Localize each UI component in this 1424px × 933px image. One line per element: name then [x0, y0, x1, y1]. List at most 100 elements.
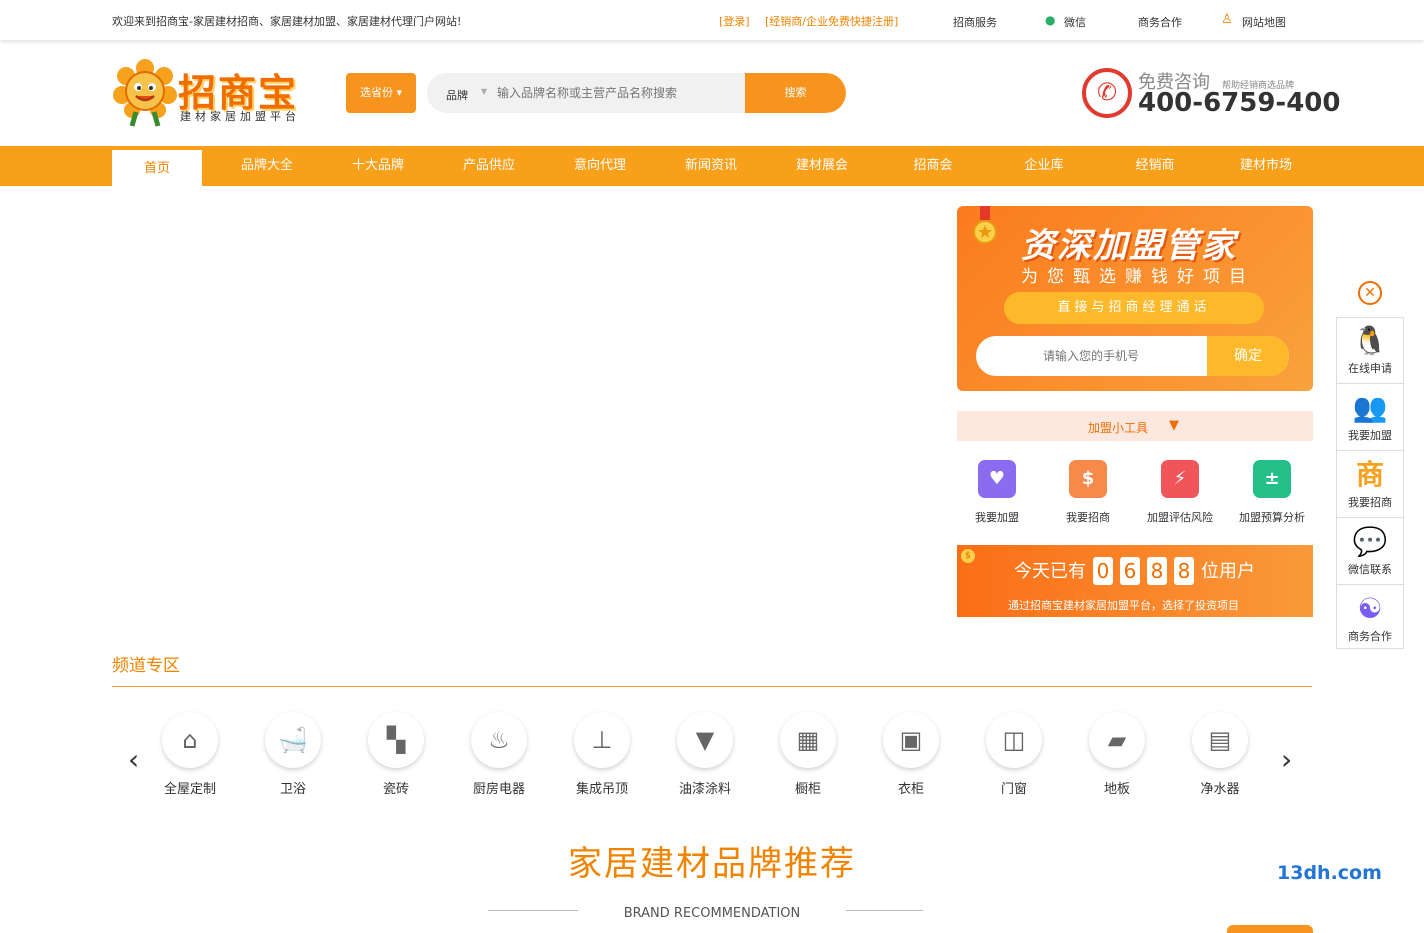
- window-icon: ◫: [986, 712, 1042, 768]
- channel-label: 全屋定制: [163, 782, 216, 797]
- province-select[interactable]: 选省份 ▾: [346, 73, 416, 113]
- close-icon[interactable]: ✕: [1358, 281, 1382, 305]
- channel-label: 净水器: [1200, 782, 1240, 797]
- nav-item-agency[interactable]: 意向代理: [555, 146, 645, 186]
- chevron-right-icon[interactable]: ›: [1281, 746, 1292, 774]
- sidebar-label: 我要加盟: [1348, 429, 1392, 442]
- sidebar-item-business[interactable]: ☯ 商务合作: [1337, 586, 1403, 652]
- channel-item[interactable]: ▚ 瓷砖: [351, 712, 441, 797]
- channel-item[interactable]: ▼ 油漆涂料: [660, 712, 750, 797]
- channel-label: 瓷砖: [382, 782, 409, 797]
- channel-item[interactable]: ▣ 衣柜: [866, 712, 956, 797]
- call-manager-pill: 直接与招商经理通话: [1004, 292, 1264, 324]
- sidebar-item-invest[interactable]: 商 我要招商: [1337, 452, 1403, 518]
- channel-item[interactable]: ▰ 地板: [1072, 712, 1162, 797]
- money-bag-icon: $: [1069, 460, 1107, 498]
- handshake-icon: ♥: [978, 460, 1016, 498]
- calculator-icon: ±: [1253, 460, 1291, 498]
- channel-label: 油漆涂料: [678, 782, 731, 797]
- counter-prefix: 今天已有: [1014, 561, 1086, 582]
- channel-item[interactable]: ⊥ 集成吊顶: [557, 712, 647, 797]
- counter-note: 通过招商宝建材家居加盟平台，选择了投资项目: [1008, 599, 1239, 612]
- channel-label: 集成吊顶: [575, 782, 628, 797]
- tool-label: 我要招商: [1066, 511, 1110, 524]
- ceiling-lamp-icon: ⊥: [574, 712, 630, 768]
- tool-label: 加盟评估风险: [1147, 511, 1213, 524]
- sidebar-label: 微信联系: [1348, 563, 1392, 576]
- nav-item-home[interactable]: 首页: [112, 150, 202, 186]
- chevron-left-icon[interactable]: ‹: [128, 746, 139, 774]
- qq-penguin-icon: 🐧: [1352, 324, 1388, 357]
- wechat-icon: ●: [1045, 13, 1056, 27]
- phone-input[interactable]: [976, 336, 1206, 376]
- user-counter-banner: $ 今天已有 0 6 8 8 位用户 通过招商宝建材家居加盟平台，选择了投资项目: [957, 545, 1313, 617]
- tool-join[interactable]: ♥ 我要加盟: [952, 460, 1042, 525]
- logo-subtitle: 建材家居加盟平台: [180, 110, 300, 123]
- counter-digit: 6: [1120, 557, 1140, 585]
- business-link[interactable]: 商务合作: [1138, 14, 1182, 30]
- tool-invest[interactable]: $ 我要招商: [1043, 460, 1133, 525]
- nav-item-top10[interactable]: 十大品牌: [333, 146, 423, 186]
- water-purifier-icon: ▤: [1192, 712, 1248, 768]
- channel-item[interactable]: ▦ 橱柜: [763, 712, 853, 797]
- welcome-text: 欢迎来到招商宝-家居建材招商、家居建材加盟、家居建材代理门户网站!: [112, 15, 462, 28]
- channel-item[interactable]: ◫ 门窗: [969, 712, 1059, 797]
- shang-char-icon: 商: [1355, 458, 1384, 491]
- channels-divider: [112, 686, 1312, 687]
- search-button[interactable]: 搜索: [745, 73, 846, 113]
- channel-item[interactable]: 🛁 卫浴: [248, 712, 338, 797]
- sidebar-item-wechat[interactable]: 💬 微信联系: [1337, 519, 1403, 585]
- register-link[interactable]: [经销商/企业免费快捷注册]: [765, 13, 898, 29]
- counter-suffix: 位用户: [1201, 561, 1255, 582]
- cabinet-house-icon: ⌂: [162, 712, 218, 768]
- confirm-button[interactable]: 确定: [1207, 336, 1289, 376]
- recommend-subtitle: BRAND RECOMMENDATION: [623, 906, 801, 921]
- search-category-select[interactable]: 品牌: [446, 87, 468, 103]
- nav-item-news[interactable]: 新闻资讯: [666, 146, 756, 186]
- mascot-icon: [113, 59, 177, 127]
- tool-risk[interactable]: ⚡ 加盟评估风险: [1135, 460, 1225, 525]
- wechat-link[interactable]: 微信: [1064, 14, 1086, 30]
- counter-digit: 0: [1093, 557, 1113, 585]
- nav-item-supply[interactable]: 产品供应: [444, 146, 534, 186]
- paint-bucket-icon: ▼: [677, 712, 733, 768]
- nav-item-market[interactable]: 建材市场: [1221, 146, 1311, 186]
- sidebar-label: 我要招商: [1348, 496, 1392, 509]
- wechat-icon: 💬: [1352, 525, 1388, 558]
- search-input[interactable]: [497, 73, 743, 113]
- sidebar-item-join[interactable]: 👥 我要加盟: [1337, 385, 1403, 451]
- triangle-down-icon: ▼: [1169, 418, 1179, 433]
- floating-sidebar: 🐧 在线申请 👥 我要加盟 商 我要招商 💬 微信联系 ☯ 商务合作: [1336, 317, 1404, 649]
- kitchen-cabinet-icon: ▦: [780, 712, 836, 768]
- sitemap-link[interactable]: 网站地图: [1242, 14, 1286, 30]
- channels-title: 频道专区: [112, 656, 180, 676]
- nav-item-fair[interactable]: 招商会: [888, 146, 978, 186]
- tools-header[interactable]: 加盟小工具 ▼: [957, 411, 1313, 441]
- tab-peek[interactable]: [1227, 925, 1313, 933]
- tool-budget[interactable]: ± 加盟预算分析: [1227, 460, 1317, 525]
- shield-icon: ⚡: [1161, 460, 1199, 498]
- service-link[interactable]: 招商服务: [953, 14, 997, 30]
- channel-item[interactable]: ▤ 净水器: [1175, 712, 1265, 797]
- channel-item[interactable]: ♨ 厨房电器: [454, 712, 544, 797]
- promo-title: 资深加盟管家: [1021, 226, 1237, 266]
- channel-label: 地板: [1103, 782, 1130, 797]
- channel-label: 厨房电器: [472, 782, 525, 797]
- user-icon: ♙: [1221, 12, 1233, 27]
- sidebar-item-apply[interactable]: 🐧 在线申请: [1337, 318, 1403, 384]
- medal-icon: [973, 206, 997, 244]
- bathtub-icon: 🛁: [265, 712, 321, 768]
- nav-item-companies[interactable]: 企业库: [999, 146, 1089, 186]
- tool-label: 加盟预算分析: [1239, 511, 1305, 524]
- nav-item-brands[interactable]: 品牌大全: [222, 146, 312, 186]
- cooperation-icon: ☯: [1357, 592, 1383, 625]
- login-link[interactable]: [登录]: [719, 13, 750, 29]
- coin-icon: $: [961, 549, 975, 563]
- nav-item-expo[interactable]: 建材展会: [777, 146, 867, 186]
- channel-item[interactable]: ⌂ 全屋定制: [145, 712, 235, 797]
- nav-item-dealers[interactable]: 经销商: [1110, 146, 1200, 186]
- channel-label: 卫浴: [279, 782, 306, 797]
- channel-label: 门窗: [1000, 782, 1027, 797]
- hotline-number: 400-6759-400: [1138, 88, 1341, 118]
- tools-title: 加盟小工具: [1088, 421, 1149, 435]
